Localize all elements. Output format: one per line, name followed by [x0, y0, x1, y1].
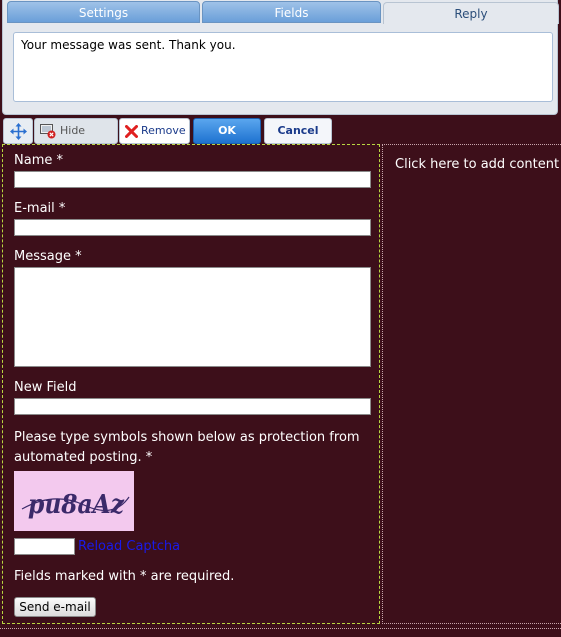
remove-button[interactable]: Remove — [119, 118, 190, 144]
hide-panel-button[interactable]: Hide Panel — [34, 118, 118, 161]
message-textarea[interactable] — [14, 267, 371, 367]
editor-panel: Settings Fields Reply Your message was s… — [2, 0, 559, 115]
send-email-button[interactable]: Send e-mail — [14, 597, 96, 617]
new-field-label: New Field — [14, 380, 77, 395]
name-input[interactable] — [14, 171, 371, 188]
reload-captcha-link[interactable]: Reload Captcha — [78, 539, 180, 554]
tab-fields[interactable]: Fields — [202, 1, 381, 23]
move-arrows-icon — [10, 123, 27, 140]
email-label: E-mail * — [14, 201, 66, 216]
reply-message-textarea[interactable]: Your message was sent. Thank you. — [13, 32, 553, 102]
remove-x-icon — [125, 125, 138, 138]
tab-settings[interactable]: Settings — [7, 1, 200, 23]
contact-form: Name * E-mail * Message * New Field Plea… — [2, 144, 380, 624]
captcha-input[interactable] — [14, 538, 75, 555]
bottom-divider — [0, 628, 561, 629]
move-button[interactable] — [3, 118, 33, 144]
captcha-prompt: Please type symbols shown below as prote… — [14, 430, 360, 465]
message-label: Message * — [14, 249, 82, 264]
required-note: Fields marked with * are required. — [14, 569, 235, 584]
hide-panel-icon — [40, 124, 56, 139]
ok-button[interactable]: OK — [193, 118, 261, 144]
add-content-placeholder: Click here to add content — [395, 157, 560, 172]
side-content-area[interactable]: Click here to add content — [382, 144, 561, 624]
email-input[interactable] — [14, 219, 371, 236]
tab-bar: Settings Fields Reply — [3, 0, 559, 24]
cancel-button[interactable]: Cancel — [264, 118, 332, 144]
name-label: Name * — [14, 153, 63, 168]
tab-reply[interactable]: Reply — [383, 2, 559, 24]
captcha-text: pu8aAz — [28, 490, 125, 520]
new-field-input[interactable] — [14, 398, 371, 415]
captcha-image: pu8aAz — [14, 471, 134, 531]
remove-label: Remove — [141, 124, 186, 137]
